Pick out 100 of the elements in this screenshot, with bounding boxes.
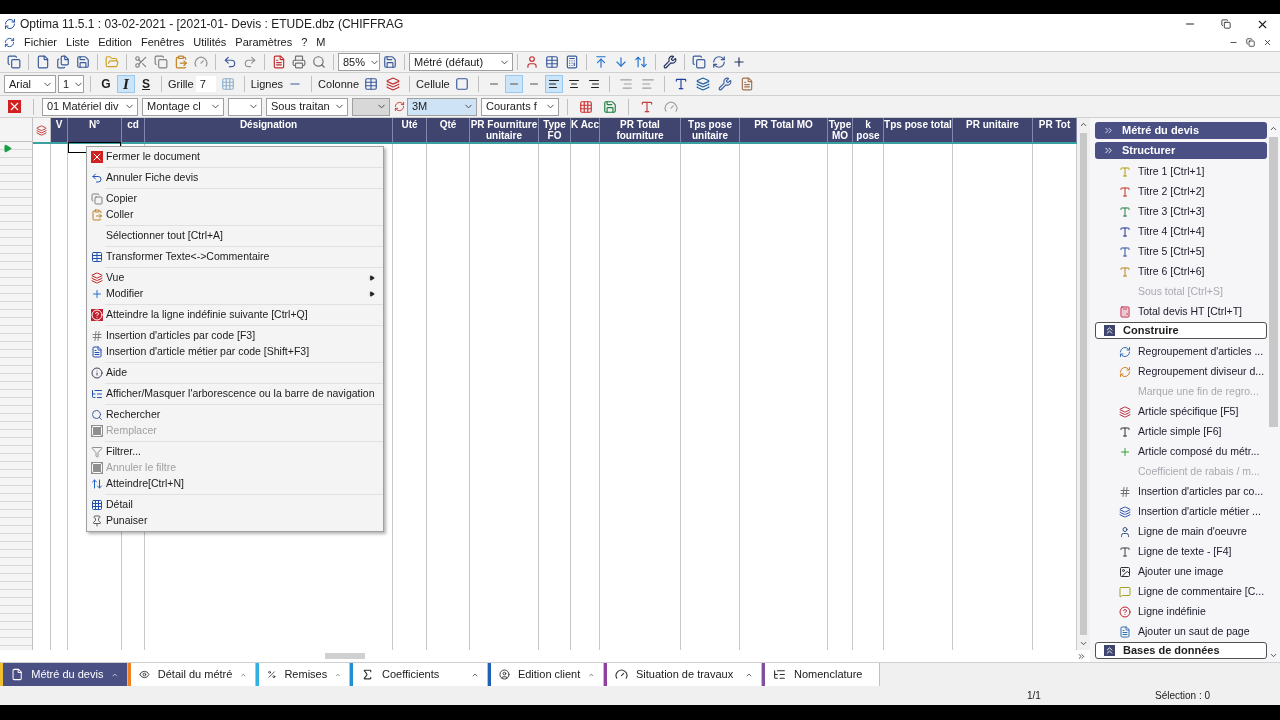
scroll-up-icon[interactable] (1079, 120, 1088, 129)
bottom-tab[interactable]: Remises (259, 663, 350, 686)
column-header[interactable]: Uté (393, 118, 427, 142)
panel-item[interactable]: Ligne de texte - [F4] (1095, 542, 1267, 562)
redo-icon[interactable] (243, 55, 257, 69)
filter-dropdown[interactable]: Montage cl (142, 97, 224, 116)
windows-icon[interactable] (7, 55, 21, 69)
column-header[interactable]: Type MO (828, 118, 853, 142)
style-button[interactable]: S (137, 75, 155, 93)
column-header[interactable]: Tps pose total (884, 118, 953, 142)
panel-section-header[interactable]: Bases de données (1095, 642, 1267, 659)
menu-item[interactable]: Utilités (193, 34, 227, 51)
arrow-up-icon[interactable] (594, 55, 608, 69)
align-button[interactable] (544, 75, 563, 93)
menu-item[interactable]: Détail (87, 497, 383, 513)
border-button[interactable] (504, 75, 523, 93)
page-icon[interactable] (739, 77, 754, 91)
panel-item[interactable]: Ajouter une image (1095, 562, 1267, 582)
menu-item[interactable]: Vue (87, 270, 383, 286)
panel-section-header[interactable]: Construire (1095, 322, 1267, 339)
filter-dropdown[interactable]: Sous traitan (266, 97, 348, 116)
refresh-icon[interactable] (712, 55, 726, 69)
column-header[interactable]: PR Total MO (740, 118, 828, 142)
panel-item[interactable]: Ligne de main d'oeuvre (1095, 522, 1267, 542)
menu-item[interactable]: Modifier (87, 286, 383, 302)
panel-item[interactable]: Insertion d'article métier ... (1095, 502, 1267, 522)
menu-item[interactable]: Annuler Fiche devis (87, 170, 383, 186)
menu-item[interactable]: Aide (87, 365, 383, 381)
column-color-icon[interactable] (386, 77, 401, 91)
column-header[interactable]: PR unitaire (953, 118, 1033, 142)
menu-item[interactable]: Fenêtres (140, 34, 185, 51)
view-dropdown[interactable]: Métré (défaut) (409, 53, 513, 71)
arrows-icon[interactable] (634, 55, 648, 69)
calculator-icon[interactable] (565, 55, 579, 69)
filter-dropdown[interactable]: Courants f (481, 97, 559, 116)
bottom-tab[interactable]: Détail du métré (131, 663, 256, 686)
bottom-tab[interactable]: Nomenclature (765, 663, 880, 686)
menu-item[interactable]: Afficher/Masquer l'arborescence ou la barre de navigation (87, 386, 383, 402)
column-header[interactable]: Tps pose unitaire (681, 118, 740, 142)
filter-dropdown[interactable]: 01 Matériel div (42, 97, 138, 116)
size-dropdown[interactable]: 1 (58, 75, 84, 93)
panel-item[interactable]: Regroupement diviseur d... (1095, 362, 1267, 382)
font-dropdown[interactable]: Arial (4, 75, 56, 93)
scroll-right-icon[interactable] (1077, 651, 1086, 661)
windows-icon[interactable] (692, 55, 706, 69)
copy-icon[interactable] (56, 55, 70, 69)
menu-item[interactable]: Sélectionner tout [Ctrl+A] (87, 228, 383, 244)
panel-item[interactable]: Regroupement d'articles ... (1095, 342, 1267, 362)
column-header[interactable]: Type FO (539, 118, 571, 142)
menu-item[interactable]: Atteindre la ligne indéfinie suivante [Ctrl+Q] (87, 307, 383, 323)
column-header[interactable]: PR Fourniture unitaire (470, 118, 539, 142)
panel-item[interactable]: Total devis HT [Ctrl+T] (1095, 302, 1267, 322)
panel-item[interactable]: Article simple [F6] (1095, 422, 1267, 442)
user-icon[interactable] (525, 55, 539, 69)
scrollbar-thumb[interactable] (1080, 133, 1087, 635)
cut-icon[interactable] (134, 55, 148, 69)
column-header[interactable]: PR Tot (1033, 118, 1077, 142)
tools-icon[interactable] (663, 55, 677, 69)
scrollbar-thumb[interactable] (1269, 137, 1278, 427)
scrollbar-thumb[interactable] (325, 653, 365, 659)
grid-field[interactable]: 7 (195, 75, 216, 93)
filter-dropdown[interactable]: 3M (407, 97, 477, 116)
color-grid-icon[interactable] (579, 99, 593, 114)
close-icon[interactable] (1263, 38, 1272, 47)
scroll-up-icon[interactable] (1269, 124, 1278, 133)
column-header[interactable]: cd (122, 118, 145, 142)
cell-icon[interactable] (454, 77, 469, 91)
bottom-tab[interactable]: Situation de travaux (607, 663, 762, 686)
column-icon[interactable] (364, 77, 379, 91)
panel-item[interactable]: Ligne de commentaire [C... (1095, 582, 1267, 602)
panel-item[interactable]: Titre 5 [Ctrl+5] (1095, 242, 1267, 262)
scroll-down-icon[interactable] (1269, 651, 1278, 660)
zoom-dropdown[interactable]: 85% (338, 53, 380, 71)
column-header[interactable]: V (51, 118, 68, 142)
menu-item[interactable]: Rechercher (87, 407, 383, 423)
copy-icon[interactable] (154, 55, 168, 69)
save-icon[interactable] (383, 55, 397, 69)
panel-item[interactable]: Ajouter un saut de page (1095, 622, 1267, 642)
panel-section-header[interactable]: Structurer (1095, 142, 1267, 159)
panel-item[interactable]: Titre 2 [Ctrl+2] (1095, 182, 1267, 202)
restore-icon[interactable] (1246, 38, 1255, 47)
panel-section-header[interactable]: Métré du devis (1095, 122, 1267, 139)
panel-item[interactable]: Titre 3 [Ctrl+3] (1095, 202, 1267, 222)
style-button[interactable]: G (97, 75, 115, 93)
panel-item[interactable]: Article spécifique [F5] (1095, 402, 1267, 422)
panel-item[interactable]: Titre 4 [Ctrl+4] (1095, 222, 1267, 242)
menu-item[interactable]: Punaiser (87, 513, 383, 529)
menu-item[interactable]: Fermer le document (87, 149, 383, 165)
bottom-tab[interactable]: Edition client (491, 663, 604, 686)
preview-icon[interactable] (312, 55, 326, 69)
column-header[interactable]: K Acc (571, 118, 600, 142)
filter-dropdown[interactable] (228, 97, 262, 116)
menu-item[interactable]: Paramètres (235, 34, 293, 51)
menu-item[interactable]: Edition (98, 34, 132, 51)
menu-item[interactable]: Copier (87, 191, 383, 207)
panel-item[interactable]: Article composé du métr... (1095, 442, 1267, 462)
undo-icon[interactable] (223, 55, 237, 69)
column-header[interactable]: Qté (427, 118, 470, 142)
menu-item[interactable]: Atteindre[Ctrl+N] (87, 476, 383, 492)
columns-icon[interactable] (545, 55, 559, 69)
